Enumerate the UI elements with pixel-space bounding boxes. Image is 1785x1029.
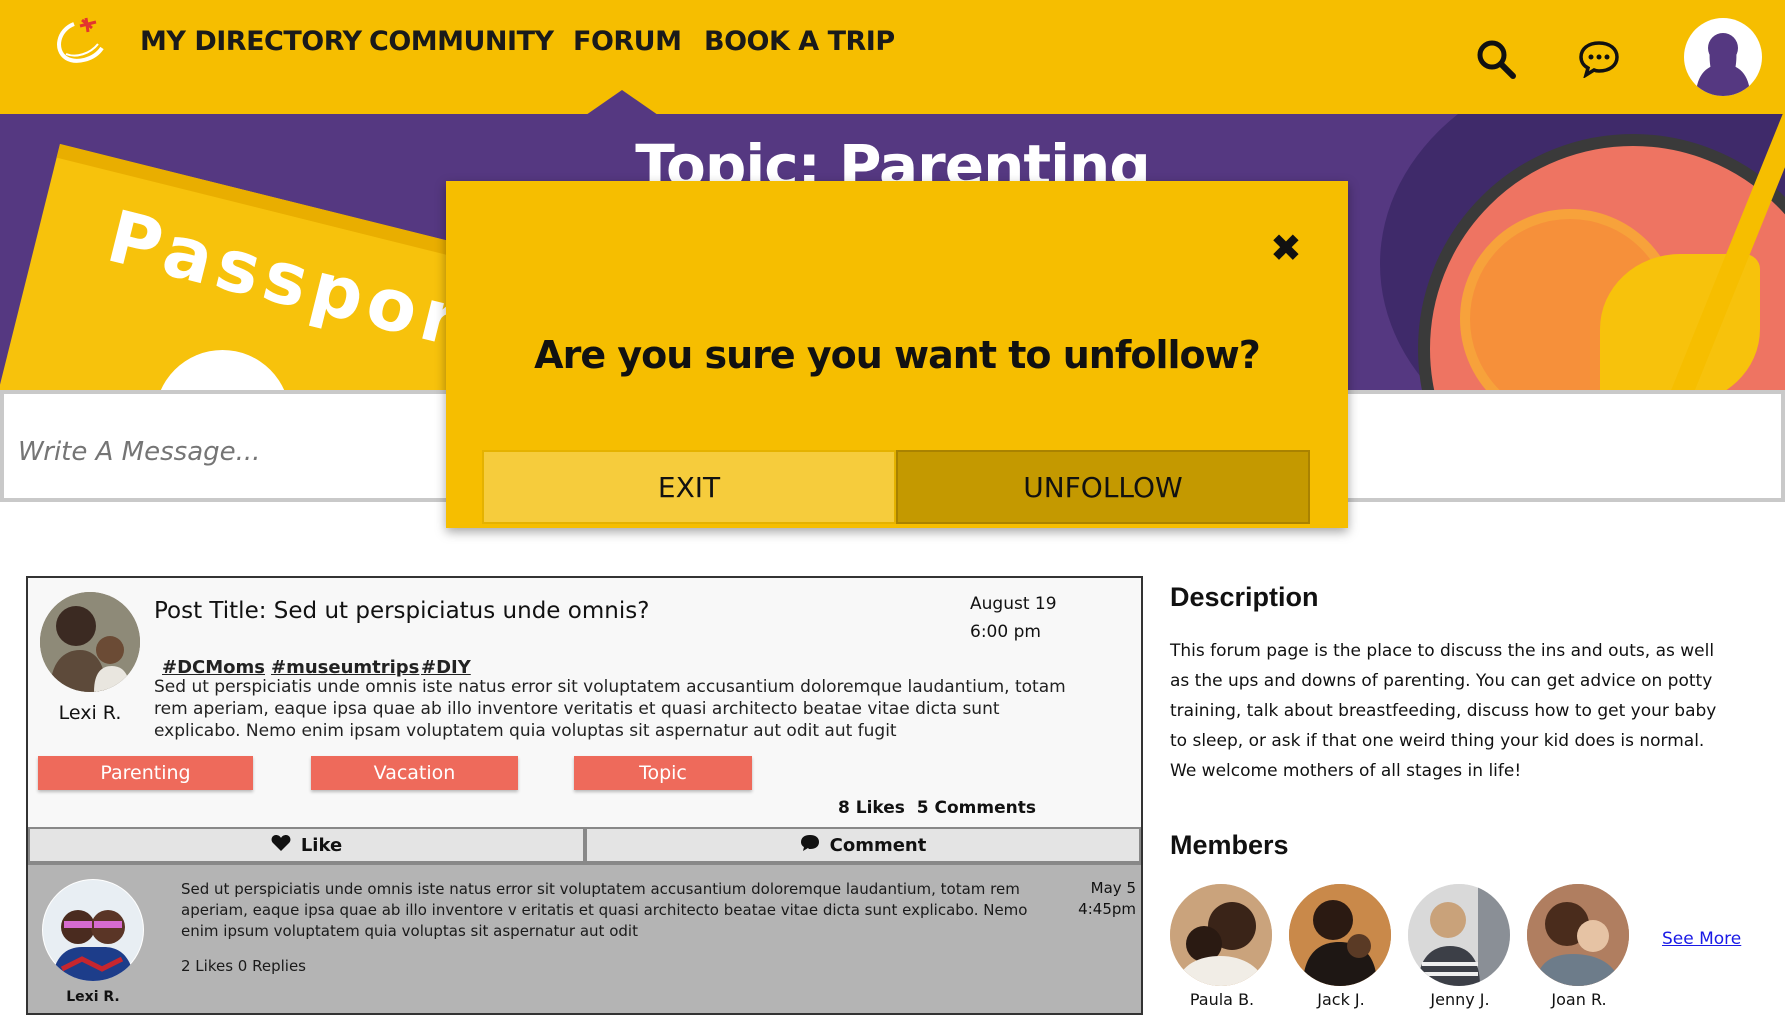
- chat-icon[interactable]: [1578, 40, 1620, 79]
- heart-icon: [271, 834, 291, 857]
- user-avatar-icon[interactable]: [1684, 18, 1762, 96]
- post-title[interactable]: Post Title: Sed ut perspiciatus unde omn…: [154, 598, 649, 624]
- nav-book-a-trip[interactable]: BOOK A TRIP: [704, 26, 895, 57]
- post-body: Sed ut perspiciatis unde omnis iste natu…: [154, 677, 1066, 741]
- post-tag[interactable]: #DCMoms: [162, 657, 265, 678]
- comment-reply: Lexi R. Sed ut perspiciatis unde omnis i…: [28, 863, 1141, 1013]
- dialog-question: Are you sure you want to unfollow?: [534, 333, 1261, 377]
- reply-body: Sed ut perspiciatis unde omnis iste natu…: [181, 880, 1028, 940]
- member-name[interactable]: Jenny J.: [1408, 990, 1512, 1009]
- reply-date: May 5: [1090, 879, 1136, 897]
- top-nav: MY DIRECTORY COMMUNITY FORUM BOOK A TRIP: [0, 0, 1785, 115]
- reply-stats[interactable]: 2 Likes 0 Replies: [181, 957, 306, 975]
- forum-post: Lexi R. Post Title: Sed ut perspiciatus …: [26, 576, 1143, 1015]
- comment-button[interactable]: Comment: [585, 827, 1141, 863]
- member-name[interactable]: Paula B.: [1170, 990, 1274, 1009]
- reply-author-name[interactable]: Lexi R.: [36, 989, 150, 1005]
- post-author-name[interactable]: Lexi R.: [34, 702, 146, 724]
- unfollow-dialog: ✖ Are you sure you want to unfollow? EXI…: [446, 181, 1348, 528]
- reply-author-avatar[interactable]: [42, 879, 144, 981]
- comments-count[interactable]: 5 Comments: [917, 798, 1036, 818]
- member-avatar[interactable]: [1408, 884, 1510, 986]
- exit-button[interactable]: EXIT: [482, 450, 896, 524]
- category-pill-vacation[interactable]: Vacation: [311, 756, 518, 790]
- members-heading: Members: [1170, 830, 1289, 860]
- post-tag[interactable]: #DIY: [421, 657, 471, 678]
- see-more-link[interactable]: See More: [1662, 929, 1741, 949]
- likes-count[interactable]: 8 Likes: [838, 798, 905, 818]
- like-button[interactable]: Like: [28, 827, 585, 863]
- post-date: August 19: [970, 594, 1057, 614]
- forum-description: This forum page is the place to discuss …: [1170, 641, 1717, 781]
- nav-my-directory[interactable]: MY DIRECTORY: [140, 26, 362, 57]
- reply-time: 4:45pm: [1078, 900, 1136, 918]
- post-author-avatar[interactable]: [40, 592, 140, 692]
- logo-icon[interactable]: [52, 14, 108, 64]
- member-avatar[interactable]: [1170, 884, 1272, 986]
- close-icon[interactable]: ✖: [1270, 229, 1302, 267]
- member-avatar[interactable]: [1527, 884, 1629, 986]
- member-name[interactable]: Joan R.: [1527, 990, 1631, 1009]
- nav-forum[interactable]: FORUM: [573, 26, 682, 57]
- post-engagement-stats: 8 Likes 5 Comments: [838, 798, 1036, 818]
- unfollow-button[interactable]: UNFOLLOW: [896, 450, 1310, 524]
- description-heading: Description: [1170, 582, 1319, 612]
- comment-button-label: Comment: [829, 834, 927, 856]
- category-pill-topic[interactable]: Topic: [574, 756, 752, 790]
- active-nav-indicator: [586, 90, 658, 115]
- post-tag[interactable]: #museumtrips: [271, 657, 419, 678]
- nav-community[interactable]: COMMUNITY: [369, 26, 554, 57]
- search-icon[interactable]: [1475, 38, 1517, 80]
- comment-icon: [800, 834, 820, 857]
- category-pill-parenting[interactable]: Parenting: [38, 756, 253, 790]
- message-input[interactable]: [18, 434, 438, 470]
- member-name[interactable]: Jack J.: [1289, 990, 1393, 1009]
- member-avatar[interactable]: [1289, 884, 1391, 986]
- like-button-label: Like: [300, 834, 343, 856]
- post-time: 6:00 pm: [970, 622, 1041, 642]
